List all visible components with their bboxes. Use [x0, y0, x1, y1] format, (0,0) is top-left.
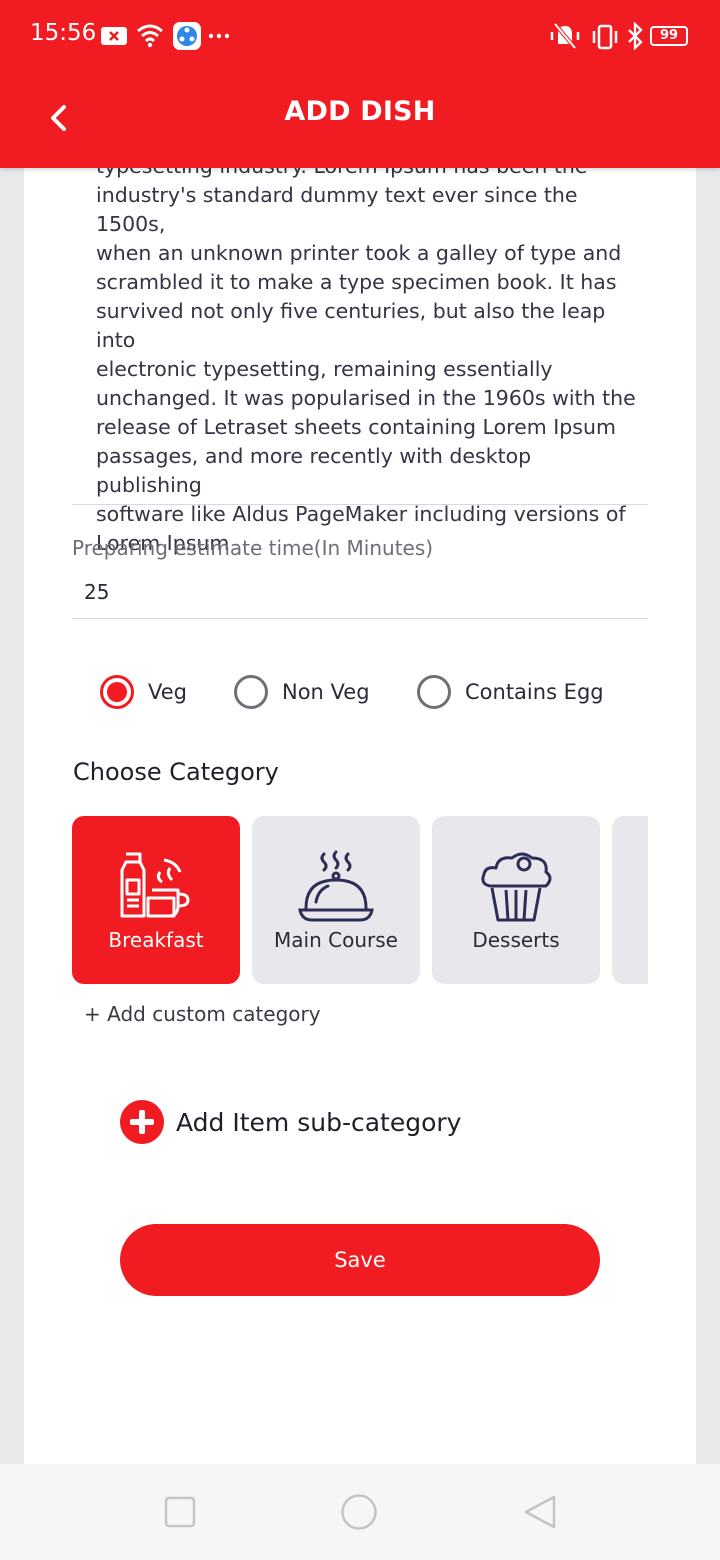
add-dish-form: typesetting industry. Lorem Ipsum has be…: [24, 168, 696, 1464]
add-subcategory-label: Add Item sub-category: [176, 1107, 462, 1137]
radio-checked-icon: [100, 675, 134, 709]
description-underline: [72, 504, 648, 505]
category-label: Desserts: [472, 928, 560, 952]
radio-veg[interactable]: Veg: [100, 670, 187, 714]
more-dots-icon: [208, 33, 230, 39]
radio-unchecked-icon: [234, 675, 268, 709]
prep-time-label: Preparing estimate time(In Minutes): [72, 536, 434, 560]
battery-icon: 99: [650, 26, 688, 46]
radio-contains-egg[interactable]: Contains Egg: [417, 670, 604, 714]
category-tile-main-course[interactable]: Main Course: [252, 816, 420, 984]
category-carousel[interactable]: Breakfast Main Course Desserts: [72, 816, 648, 984]
share-app-icon: [173, 22, 201, 50]
radio-non-veg[interactable]: Non Veg: [234, 670, 370, 714]
radio-contains-egg-label: Contains Egg: [465, 680, 604, 704]
radio-unchecked-icon: [417, 675, 451, 709]
category-tile-partial[interactable]: [612, 816, 648, 984]
description-field[interactable]: typesetting industry. Lorem Ipsum has be…: [96, 168, 636, 558]
vibrate-icon: [592, 24, 618, 50]
battery-level: 99: [659, 28, 679, 43]
status-time: 15:56: [30, 20, 97, 46]
app-header-bar: 15:56 99 ADD DISH: [0, 0, 720, 168]
breakfast-icon: [120, 852, 190, 918]
add-subcategory-button[interactable]: Add Item sub-category: [120, 1098, 461, 1146]
cupcake-icon: [481, 852, 552, 922]
category-label: Main Course: [274, 928, 398, 952]
choose-category-title: Choose Category: [73, 758, 279, 786]
notification-x-icon: [101, 27, 127, 45]
category-label: Breakfast: [108, 928, 204, 952]
page-header: ADD DISH: [0, 72, 720, 168]
bluetooth-icon: [628, 22, 643, 50]
wifi-icon: [137, 24, 163, 48]
prep-time-input[interactable]: 25: [84, 580, 109, 604]
cloche-icon: [298, 850, 374, 922]
radio-veg-label: Veg: [148, 680, 187, 704]
recent-apps-icon[interactable]: [164, 1496, 196, 1528]
category-tile-breakfast[interactable]: Breakfast: [72, 816, 240, 984]
prep-time-underline: [72, 618, 648, 619]
add-custom-category-link[interactable]: + Add custom category: [84, 1002, 321, 1026]
back-nav-icon[interactable]: [522, 1494, 558, 1530]
category-tile-desserts[interactable]: Desserts: [432, 816, 600, 984]
plus-circle-icon: [120, 1100, 164, 1144]
mute-vibrate-icon: [550, 22, 580, 50]
radio-non-veg-label: Non Veg: [282, 680, 370, 704]
save-button[interactable]: Save: [120, 1224, 600, 1296]
page-title: ADD DISH: [284, 96, 436, 127]
home-icon[interactable]: [340, 1493, 378, 1531]
system-nav-bar: [0, 1464, 720, 1560]
status-bar: 15:56 99: [0, 0, 720, 72]
